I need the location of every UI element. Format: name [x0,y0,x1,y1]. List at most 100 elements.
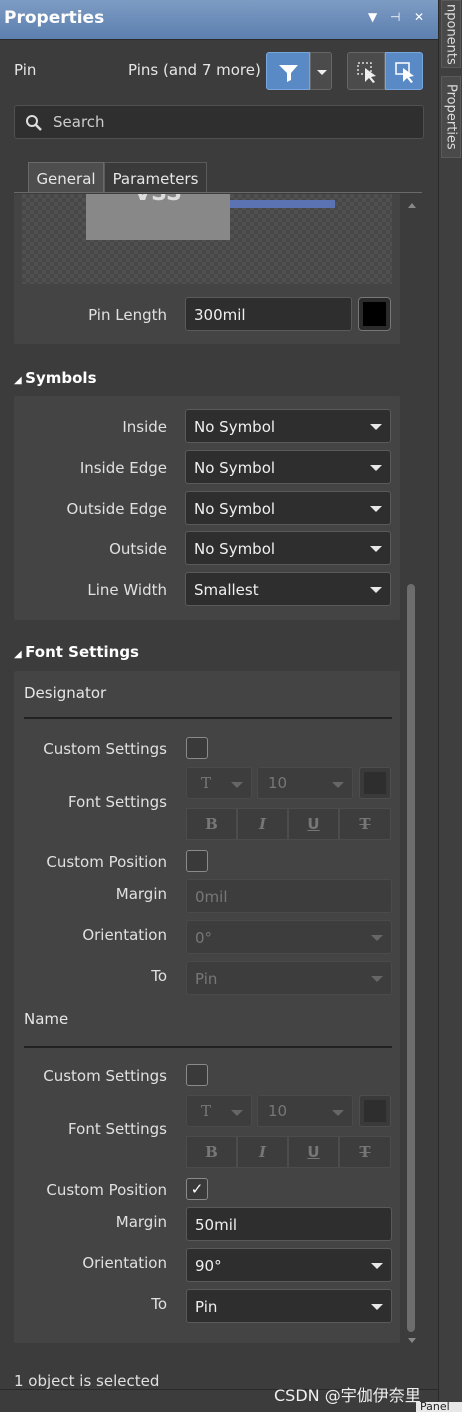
preview-pin-name: VSS [134,194,182,206]
select-in-view-button[interactable] [347,52,385,90]
italic-icon: I [258,815,267,833]
name-font-family-dropdown[interactable]: T [186,1095,252,1127]
name-custom-settings-checkbox[interactable] [186,1064,208,1086]
inside-value: No Symbol [194,418,276,436]
italic-icon: I [258,1143,267,1161]
designator-font-size-dropdown[interactable]: 10 [257,767,353,799]
filter-button[interactable] [266,52,310,90]
selection-label: Pins (and 7 more) [128,61,261,79]
chevron-down-icon [231,1110,243,1116]
chevron-down-icon [332,782,344,788]
chevron-down-icon[interactable]: ▼ [368,10,377,24]
outside-edge-dropdown[interactable]: No Symbol [185,491,391,525]
search-box[interactable]: Search [14,105,424,139]
pin-length-input[interactable]: 300mil [185,297,352,331]
chevron-down-icon [370,587,382,593]
cursor-box-icon [395,62,414,83]
chevron-down-icon [371,976,383,982]
bold-button[interactable]: B [186,808,237,840]
designator-font-color-swatch[interactable] [359,767,391,799]
tab-general[interactable]: General [28,162,104,193]
preview-canvas: VSS [22,194,392,284]
designator-to-dropdown[interactable]: Pin [186,961,392,995]
font-size-value: 10 [268,1102,288,1120]
outside-value: No Symbol [194,540,276,558]
strikethrough-icon: T [359,815,371,833]
inside-dropdown[interactable]: No Symbol [185,409,391,443]
name-orientation-dropdown[interactable]: 90° [186,1248,392,1282]
scroll-up-icon[interactable] [408,203,416,208]
name-margin-value: 50mil [195,1216,238,1234]
chevron-down-icon [371,1263,383,1269]
inside-edge-label: Inside Edge [79,459,167,477]
name-margin-label: Margin [115,1213,167,1231]
cursor-select-icon [357,62,376,83]
pin-length-label: Pin Length [88,306,167,324]
name-separator [24,1046,392,1048]
pin-length-value: 300mil [194,306,246,324]
bold-button[interactable]: B [186,1136,237,1168]
scrollbar[interactable] [404,200,418,1348]
chevron-down-icon [370,465,382,471]
designator-custom-position-checkbox[interactable] [186,850,208,872]
close-icon[interactable]: ✕ [414,10,424,24]
tab-general-label: General [36,170,96,188]
bold-icon: B [205,815,218,833]
italic-button[interactable]: I [237,808,288,840]
underline-button[interactable]: U [288,1136,339,1168]
line-width-value: Smallest [194,581,259,599]
object-type-label: Pin [14,61,37,79]
watermark: CSDN @宇伽伊奈里 [274,1386,421,1405]
tab-parameters[interactable]: Parameters [104,162,207,192]
pin-color-swatch[interactable] [358,297,391,331]
bold-icon: B [205,1143,218,1161]
select-mode-button[interactable] [385,52,423,90]
underline-button[interactable]: U [288,808,339,840]
name-font-size-dropdown[interactable]: 10 [257,1095,353,1127]
tab-components[interactable]: nponents [441,0,461,68]
title-bar: Properties ▼ ⊣ ✕ [0,0,438,40]
name-orientation-value: 90° [195,1257,222,1275]
filter-dropdown-button[interactable] [310,52,332,90]
color-fill [364,772,386,794]
tab-properties[interactable]: Properties [441,76,461,158]
name-custom-position-checkbox[interactable]: ✓ [186,1178,208,1200]
name-font-color-swatch[interactable] [359,1095,391,1127]
bottom-panel-tab-label: Panel [420,1402,450,1412]
designator-custom-settings-label: Custom Settings [43,740,167,758]
scroll-down-icon[interactable] [408,1338,416,1343]
pin-icon[interactable]: ⊣ [390,10,400,24]
symbols-section-header[interactable]: ◢ Symbols [14,369,97,387]
italic-button[interactable]: I [237,1136,288,1168]
scrollbar-thumb[interactable] [407,584,415,1332]
font-type-icon: T [201,1102,212,1120]
designator-margin-input[interactable]: 0mil [186,879,392,913]
font-settings-section-header[interactable]: ◢ Font Settings [14,643,139,661]
designator-orientation-dropdown[interactable]: 0° [186,920,392,954]
chevron-down-icon [332,1110,344,1116]
chevron-down-icon [370,546,382,552]
designator-font-settings-label: Font Settings [68,793,167,811]
symbols-panel: Inside No Symbol Inside Edge No Symbol O… [14,396,400,620]
strikethrough-button[interactable]: T [339,808,391,840]
designator-custom-settings-checkbox[interactable] [186,737,208,759]
designator-custom-position-label: Custom Position [46,853,167,871]
font-type-icon: T [201,774,212,792]
name-custom-settings-label: Custom Settings [43,1067,167,1085]
outside-edge-value: No Symbol [194,500,276,518]
tab-components-label: nponents [443,3,459,65]
line-width-dropdown[interactable]: Smallest [185,572,391,606]
designator-to-label: To [151,967,167,985]
bottom-panel-tab[interactable]: Panel [416,1402,462,1412]
outside-dropdown[interactable]: No Symbol [185,531,391,565]
strikethrough-button[interactable]: T [339,1136,391,1168]
strikethrough-icon: T [359,1143,371,1161]
chevron-down-icon [231,782,243,788]
inside-edge-dropdown[interactable]: No Symbol [185,450,391,484]
name-margin-input[interactable]: 50mil [186,1207,392,1241]
chevron-down-icon [371,935,383,941]
font-settings-panel: Designator Custom Settings Font Settings… [14,671,400,1343]
designator-font-family-dropdown[interactable]: T [186,767,252,799]
window-title: Properties [4,8,105,28]
name-to-dropdown[interactable]: Pin [186,1289,392,1323]
